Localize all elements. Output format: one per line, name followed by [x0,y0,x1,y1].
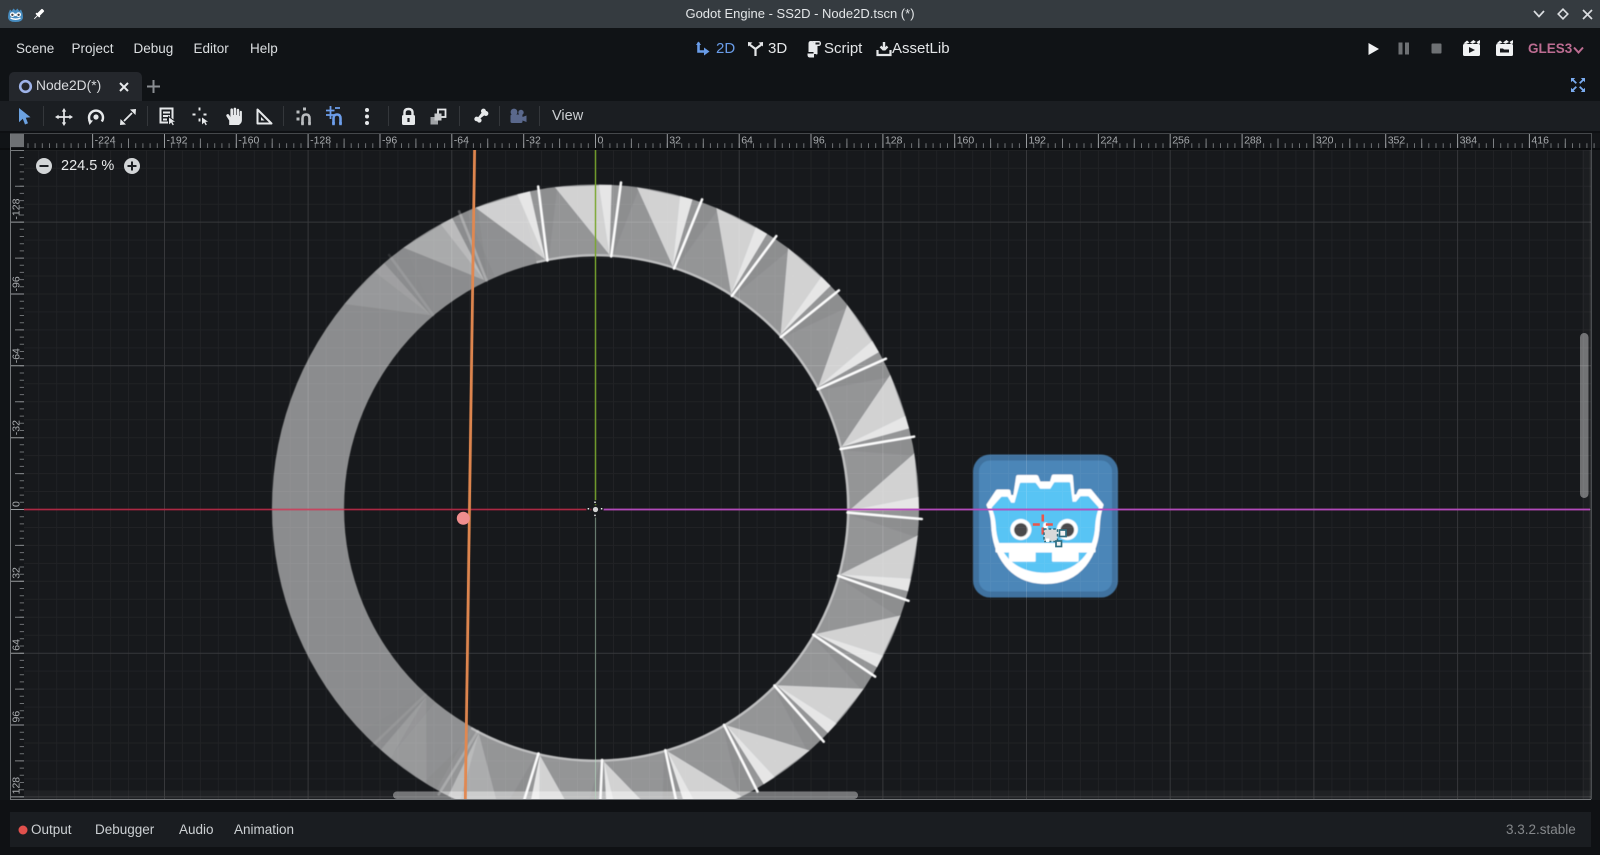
svg-text:-224: -224 [95,135,116,147]
svg-text:0: 0 [11,501,23,507]
svg-text:416: 416 [1531,135,1549,147]
svg-text:-32: -32 [11,420,23,435]
svg-text:-128: -128 [11,198,23,219]
svg-text:-192: -192 [167,135,188,147]
svg-text:32: 32 [11,567,23,579]
svg-text:-160: -160 [238,135,259,147]
svg-text:224: 224 [1100,135,1118,147]
svg-text:256: 256 [1172,135,1190,147]
svg-text:-128: -128 [310,135,331,147]
svg-text:-32: -32 [526,135,541,147]
svg-text:-64: -64 [11,348,23,363]
svg-text:160: 160 [957,135,975,147]
svg-text:64: 64 [11,639,23,651]
svg-text:64: 64 [741,135,753,147]
svg-text:96: 96 [813,135,825,147]
svg-text:128: 128 [885,135,903,147]
svg-text:0: 0 [598,135,604,147]
svg-text:-96: -96 [382,135,397,147]
svg-text:128: 128 [11,777,23,795]
svg-text:-96: -96 [11,276,23,291]
svg-text:-64: -64 [454,135,469,147]
svg-text:288: 288 [1244,135,1262,147]
svg-text:32: 32 [669,135,681,147]
svg-text:96: 96 [11,711,23,723]
svg-text:352: 352 [1388,135,1406,147]
svg-text:192: 192 [1029,135,1047,147]
svg-text:384: 384 [1460,135,1478,147]
svg-text:320: 320 [1316,135,1334,147]
